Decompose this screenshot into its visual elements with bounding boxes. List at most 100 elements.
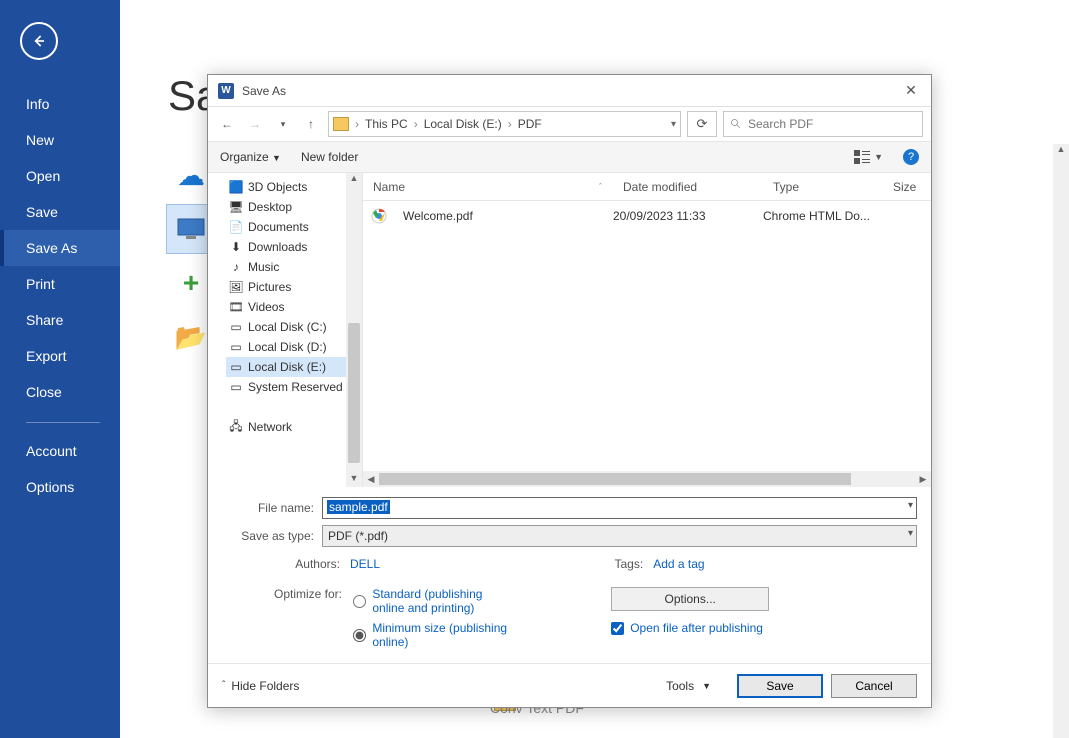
- nav-forward-button[interactable]: →: [244, 113, 266, 135]
- scroll-left-icon[interactable]: ◀: [363, 474, 379, 485]
- address-bar[interactable]: › This PC › Local Disk (E:) › PDF ▾: [328, 111, 681, 137]
- menu-info[interactable]: Info: [0, 86, 120, 122]
- menu-open[interactable]: Open: [0, 158, 120, 194]
- tree-item[interactable]: ▭Local Disk (D:): [226, 337, 362, 357]
- file-date: 20/09/2023 11:33: [613, 209, 763, 223]
- col-type[interactable]: Type: [763, 180, 883, 194]
- menu-account[interactable]: Account: [0, 433, 120, 469]
- save-as-dialog: W Save As ✕ ← → ▾ ↑ › This PC › Local Di…: [207, 74, 932, 708]
- col-name[interactable]: Nameˆ: [363, 180, 613, 194]
- col-size[interactable]: Size: [883, 180, 931, 194]
- cloud-icon: ☁: [177, 159, 205, 192]
- menu-options[interactable]: Options: [0, 469, 120, 505]
- menu-save-as[interactable]: Save As: [0, 230, 120, 266]
- filename-label: File name:: [222, 501, 322, 515]
- radio-standard[interactable]: Standard (publishing online and printing…: [353, 587, 512, 615]
- tree-scrollbar[interactable]: ▲ ▼: [346, 173, 362, 487]
- chevron-down-icon: ▼: [272, 153, 281, 163]
- nav-recent-dropdown[interactable]: ▾: [272, 113, 294, 135]
- breadcrumb-folder[interactable]: PDF: [518, 117, 542, 131]
- cancel-button[interactable]: Cancel: [831, 674, 917, 698]
- page-scrollbar[interactable]: ▲: [1053, 144, 1069, 738]
- file-row[interactable]: Welcome.pdf 20/09/2023 11:33 Chrome HTML…: [363, 201, 931, 231]
- file-hscrollbar[interactable]: ◀ ▶: [363, 471, 931, 487]
- radio-minimum[interactable]: Minimum size (publishing online): [353, 621, 512, 649]
- organize-button[interactable]: Organize ▼: [220, 150, 281, 164]
- new-folder-button[interactable]: New folder: [301, 150, 358, 164]
- chevron-down-icon: ▼: [874, 152, 883, 162]
- scroll-up-icon[interactable]: ▲: [346, 173, 362, 187]
- hide-folders-button[interactable]: ˆHide Folders: [222, 679, 299, 693]
- tree-item-label: Desktop: [248, 200, 292, 214]
- scrollbar-thumb[interactable]: [348, 323, 360, 463]
- menu-export[interactable]: Export: [0, 338, 120, 374]
- tree-item-network[interactable]: 🖧Network: [226, 417, 362, 437]
- column-headers: Nameˆ Date modified Type Size: [363, 173, 931, 201]
- tags-add-link[interactable]: Add a tag: [653, 557, 704, 571]
- tree-item-icon: ▭: [228, 359, 244, 375]
- breadcrumb-drive[interactable]: Local Disk (E:): [424, 117, 502, 131]
- menu-print[interactable]: Print: [0, 266, 120, 302]
- back-arrow-icon: [29, 31, 49, 51]
- tree-item-icon: ♪: [228, 259, 244, 275]
- file-name: Welcome.pdf: [403, 209, 473, 223]
- scroll-up-arrow[interactable]: ▲: [1053, 144, 1069, 158]
- refresh-button[interactable]: ⟳: [687, 111, 717, 137]
- folder-open-icon: 📂: [175, 322, 207, 353]
- tree-item-icon: ▭: [228, 339, 244, 355]
- network-icon: 🖧: [228, 419, 244, 435]
- menu-divider: [26, 422, 100, 423]
- chevron-down-icon: ▼: [702, 681, 711, 691]
- back-button[interactable]: [20, 22, 58, 60]
- tree-item-label: Downloads: [248, 240, 307, 254]
- menu-new[interactable]: New: [0, 122, 120, 158]
- help-button[interactable]: ?: [903, 149, 919, 165]
- menu-share[interactable]: Share: [0, 302, 120, 338]
- savetype-value: PDF (*.pdf): [328, 529, 388, 543]
- tags-label: Tags:: [611, 557, 653, 571]
- dialog-toolbar: Organize ▼ New folder ▼ ?: [208, 141, 931, 173]
- search-placeholder: Search PDF: [748, 117, 813, 131]
- tree-item[interactable]: ♪Music: [226, 257, 362, 277]
- tree-item-label: Local Disk (C:): [248, 320, 327, 334]
- options-button[interactable]: Options...: [611, 587, 769, 611]
- tree-item-label: System Reserved: [248, 380, 343, 394]
- tree-item-label: Documents: [248, 220, 309, 234]
- tree-item-icon: ▭: [228, 319, 244, 335]
- tree-item[interactable]: 🖼Pictures: [226, 277, 362, 297]
- tools-dropdown[interactable]: Tools▼: [666, 679, 711, 693]
- file-type: Chrome HTML Do...: [763, 209, 883, 223]
- col-date[interactable]: Date modified: [613, 180, 763, 194]
- menu-close[interactable]: Close: [0, 374, 120, 410]
- savetype-select[interactable]: PDF (*.pdf) ▾: [322, 525, 917, 547]
- word-file-sidebar: Info New Open Save Save As Print Share E…: [0, 0, 120, 738]
- filename-input[interactable]: sample.pdf ▾: [322, 497, 917, 519]
- scroll-right-icon[interactable]: ▶: [915, 474, 931, 485]
- view-mode-button[interactable]: ▼: [854, 150, 883, 164]
- scroll-down-icon[interactable]: ▼: [346, 473, 362, 487]
- open-after-checkbox[interactable]: Open file after publishing: [611, 621, 917, 635]
- search-input[interactable]: Search PDF: [723, 111, 923, 137]
- tree-item[interactable]: ⬇Downloads: [226, 237, 362, 257]
- dialog-footer: ˆHide Folders Tools▼ Save Cancel: [208, 663, 931, 707]
- nav-back-button[interactable]: ←: [216, 113, 238, 135]
- address-dropdown-icon[interactable]: ▾: [671, 119, 676, 130]
- save-button[interactable]: Save: [737, 674, 823, 698]
- authors-value[interactable]: DELL: [350, 557, 380, 571]
- tree-item-icon: 🎞: [228, 299, 244, 315]
- tree-item[interactable]: ▭ Local Disk (C:): [226, 317, 362, 337]
- tree-item[interactable]: 📄Documents: [226, 217, 362, 237]
- breadcrumb-root[interactable]: This PC: [365, 117, 408, 131]
- tree-item[interactable]: 🖥Desktop: [226, 197, 362, 217]
- chrome-icon: [371, 208, 387, 224]
- tree-item[interactable]: 🎞Videos: [226, 297, 362, 317]
- chevron-right-icon: ›: [355, 117, 359, 131]
- dialog-close-button[interactable]: ✕: [891, 82, 931, 99]
- tree-item[interactable]: 🟦3D Objects: [226, 177, 362, 197]
- tree-item[interactable]: ▭System Reserved: [226, 377, 362, 397]
- tree-item[interactable]: ▭Local Disk (E:): [226, 357, 362, 377]
- tree-item-label: 3D Objects: [248, 180, 307, 194]
- nav-up-button[interactable]: ↑: [300, 113, 322, 135]
- menu-save[interactable]: Save: [0, 194, 120, 230]
- hscroll-thumb[interactable]: [379, 473, 851, 485]
